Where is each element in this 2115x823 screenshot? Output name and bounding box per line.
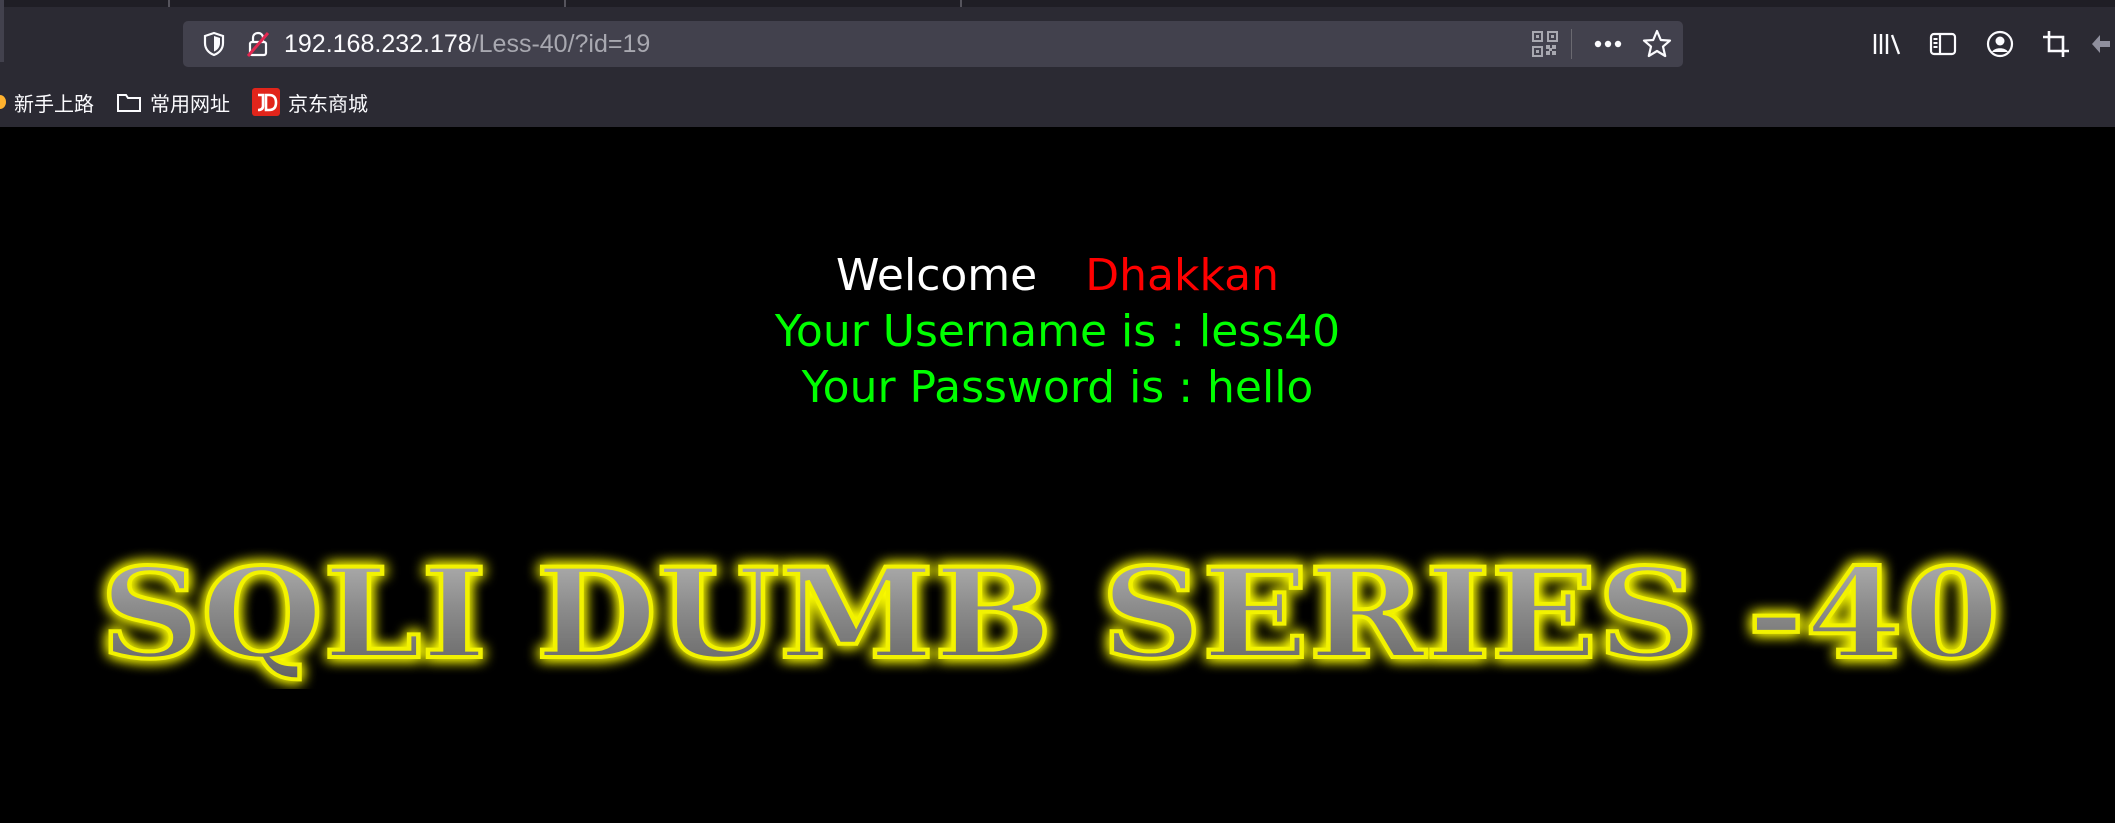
overflow-arrow-icon[interactable] — [2090, 21, 2115, 67]
welcome-name: Dhakkan — [1085, 250, 1280, 301]
library-icon[interactable] — [1864, 21, 1910, 67]
bookmark-label: 常用网址 — [150, 91, 230, 116]
login-result: Welcome Dhakkan Your Username is : less40… — [0, 248, 2115, 416]
series-banner: SQLI DUMB SERIES -40 — [98, 540, 2002, 689]
bookmark-label: 京东商城 — [288, 91, 368, 116]
page-content: Welcome Dhakkan Your Username is : less40… — [0, 127, 2115, 823]
bookmark-item[interactable]: 京东商城 — [252, 82, 368, 122]
tab-strip — [0, 0, 2115, 7]
welcome-text: Welcome — [835, 250, 1038, 301]
welcome-line: Welcome Dhakkan — [0, 248, 2115, 304]
url-host: 192.168.232.178 — [284, 30, 472, 58]
banner-text: SQLI DUMB SERIES -40 — [100, 542, 2000, 687]
url-text[interactable]: 192.168.232.178/Less-40/?id=19 — [284, 21, 650, 67]
shield-icon[interactable] — [191, 21, 237, 67]
bookmark-label: 新手上路 — [14, 91, 94, 116]
bookmarks-toolbar: 新手上路 常用网址 京东商城 — [0, 82, 390, 122]
qr-code-icon[interactable] — [1525, 21, 1565, 67]
username-line: Your Username is : less40 — [774, 306, 1341, 357]
tab-separator — [168, 0, 170, 7]
lock-strike-icon[interactable] — [235, 21, 281, 67]
password-line: Your Password is : hello — [801, 362, 1314, 413]
address-bar[interactable]: 192.168.232.178/Less-40/?id=19 — [183, 21, 1683, 67]
star-icon[interactable] — [1634, 21, 1680, 67]
crop-icon[interactable] — [2033, 21, 2079, 67]
account-icon[interactable] — [1977, 21, 2023, 67]
url-path: /Less-40/?id=19 — [471, 30, 651, 58]
browser-chrome: 192.168.232.178/Less-40/?id=19 新手上路 常用网址… — [0, 0, 2115, 127]
folder-icon — [116, 91, 142, 113]
bookmark-folder[interactable]: 常用网址 — [116, 82, 230, 122]
firefox-dot-icon — [0, 95, 6, 109]
tab-separator — [564, 0, 566, 7]
urlbar-divider — [1571, 29, 1572, 59]
back-button-edge[interactable] — [0, 0, 4, 62]
bookmark-item[interactable]: 新手上路 — [0, 82, 94, 122]
jd-logo-icon — [252, 88, 280, 116]
sidebar-icon[interactable] — [1920, 21, 1966, 67]
tab-separator — [960, 0, 962, 7]
more-horizontal-icon[interactable] — [1585, 21, 1631, 67]
